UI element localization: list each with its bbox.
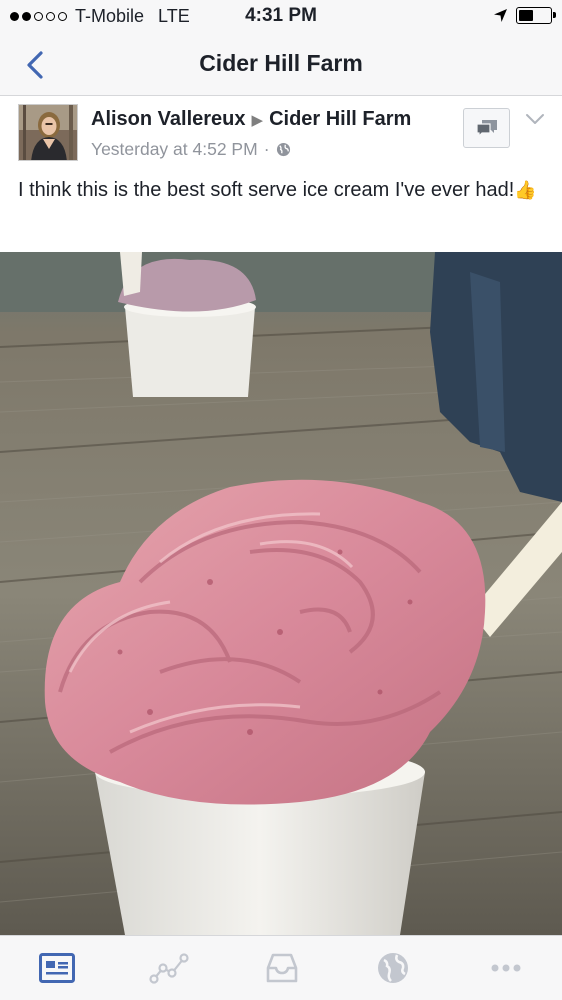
chevron-down-icon bbox=[526, 114, 544, 124]
post-photo[interactable] bbox=[0, 252, 562, 935]
navigation-bar: Cider Hill Farm bbox=[0, 34, 562, 96]
post-text: I think this is the best soft serve ice … bbox=[18, 174, 548, 206]
globe-icon bbox=[378, 953, 408, 983]
tab-more[interactable] bbox=[486, 948, 526, 988]
meta-separator: · bbox=[263, 139, 270, 159]
message-button[interactable] bbox=[463, 108, 510, 148]
more-icon bbox=[491, 964, 521, 972]
location-arrow-icon bbox=[494, 9, 507, 22]
battery-icon bbox=[516, 7, 556, 24]
tab-news-feed[interactable] bbox=[37, 948, 77, 988]
message-bubbles-icon bbox=[475, 120, 497, 138]
status-time: 4:31 PM bbox=[245, 5, 317, 26]
ice-cream-photo bbox=[0, 252, 562, 935]
tab-inbox[interactable] bbox=[262, 948, 302, 988]
author-name[interactable]: Alison Vallereux bbox=[91, 108, 246, 131]
activity-icon bbox=[149, 953, 189, 984]
status-bar: T-Mobile LTE 4:31 PM bbox=[0, 0, 562, 34]
shared-to-arrow-icon: ▶ bbox=[251, 111, 264, 129]
post-author-line: Alison Vallereux ▶ Cider Hill Farm bbox=[91, 108, 411, 131]
page-title: Cider Hill Farm bbox=[199, 50, 363, 76]
post-message: I think this is the best soft serve ice … bbox=[18, 179, 515, 201]
post-header: Alison Vallereux ▶ Cider Hill Farm Yeste… bbox=[0, 97, 562, 252]
post-options-button[interactable] bbox=[522, 109, 548, 129]
post-meta: Yesterday at 4:52 PM · bbox=[91, 139, 291, 160]
tab-bar bbox=[0, 935, 562, 1000]
status-right bbox=[493, 7, 556, 24]
thumbs-up-icon: 👍 bbox=[514, 180, 537, 200]
tab-notifications[interactable] bbox=[373, 948, 413, 988]
news-feed-icon bbox=[39, 953, 75, 983]
inbox-icon bbox=[266, 953, 298, 983]
tab-activity[interactable] bbox=[149, 948, 189, 988]
avatar[interactable] bbox=[18, 104, 78, 161]
globe-icon bbox=[276, 142, 290, 157]
post-timestamp[interactable]: Yesterday at 4:52 PM bbox=[91, 139, 258, 160]
target-page-name[interactable]: Cider Hill Farm bbox=[269, 108, 411, 131]
